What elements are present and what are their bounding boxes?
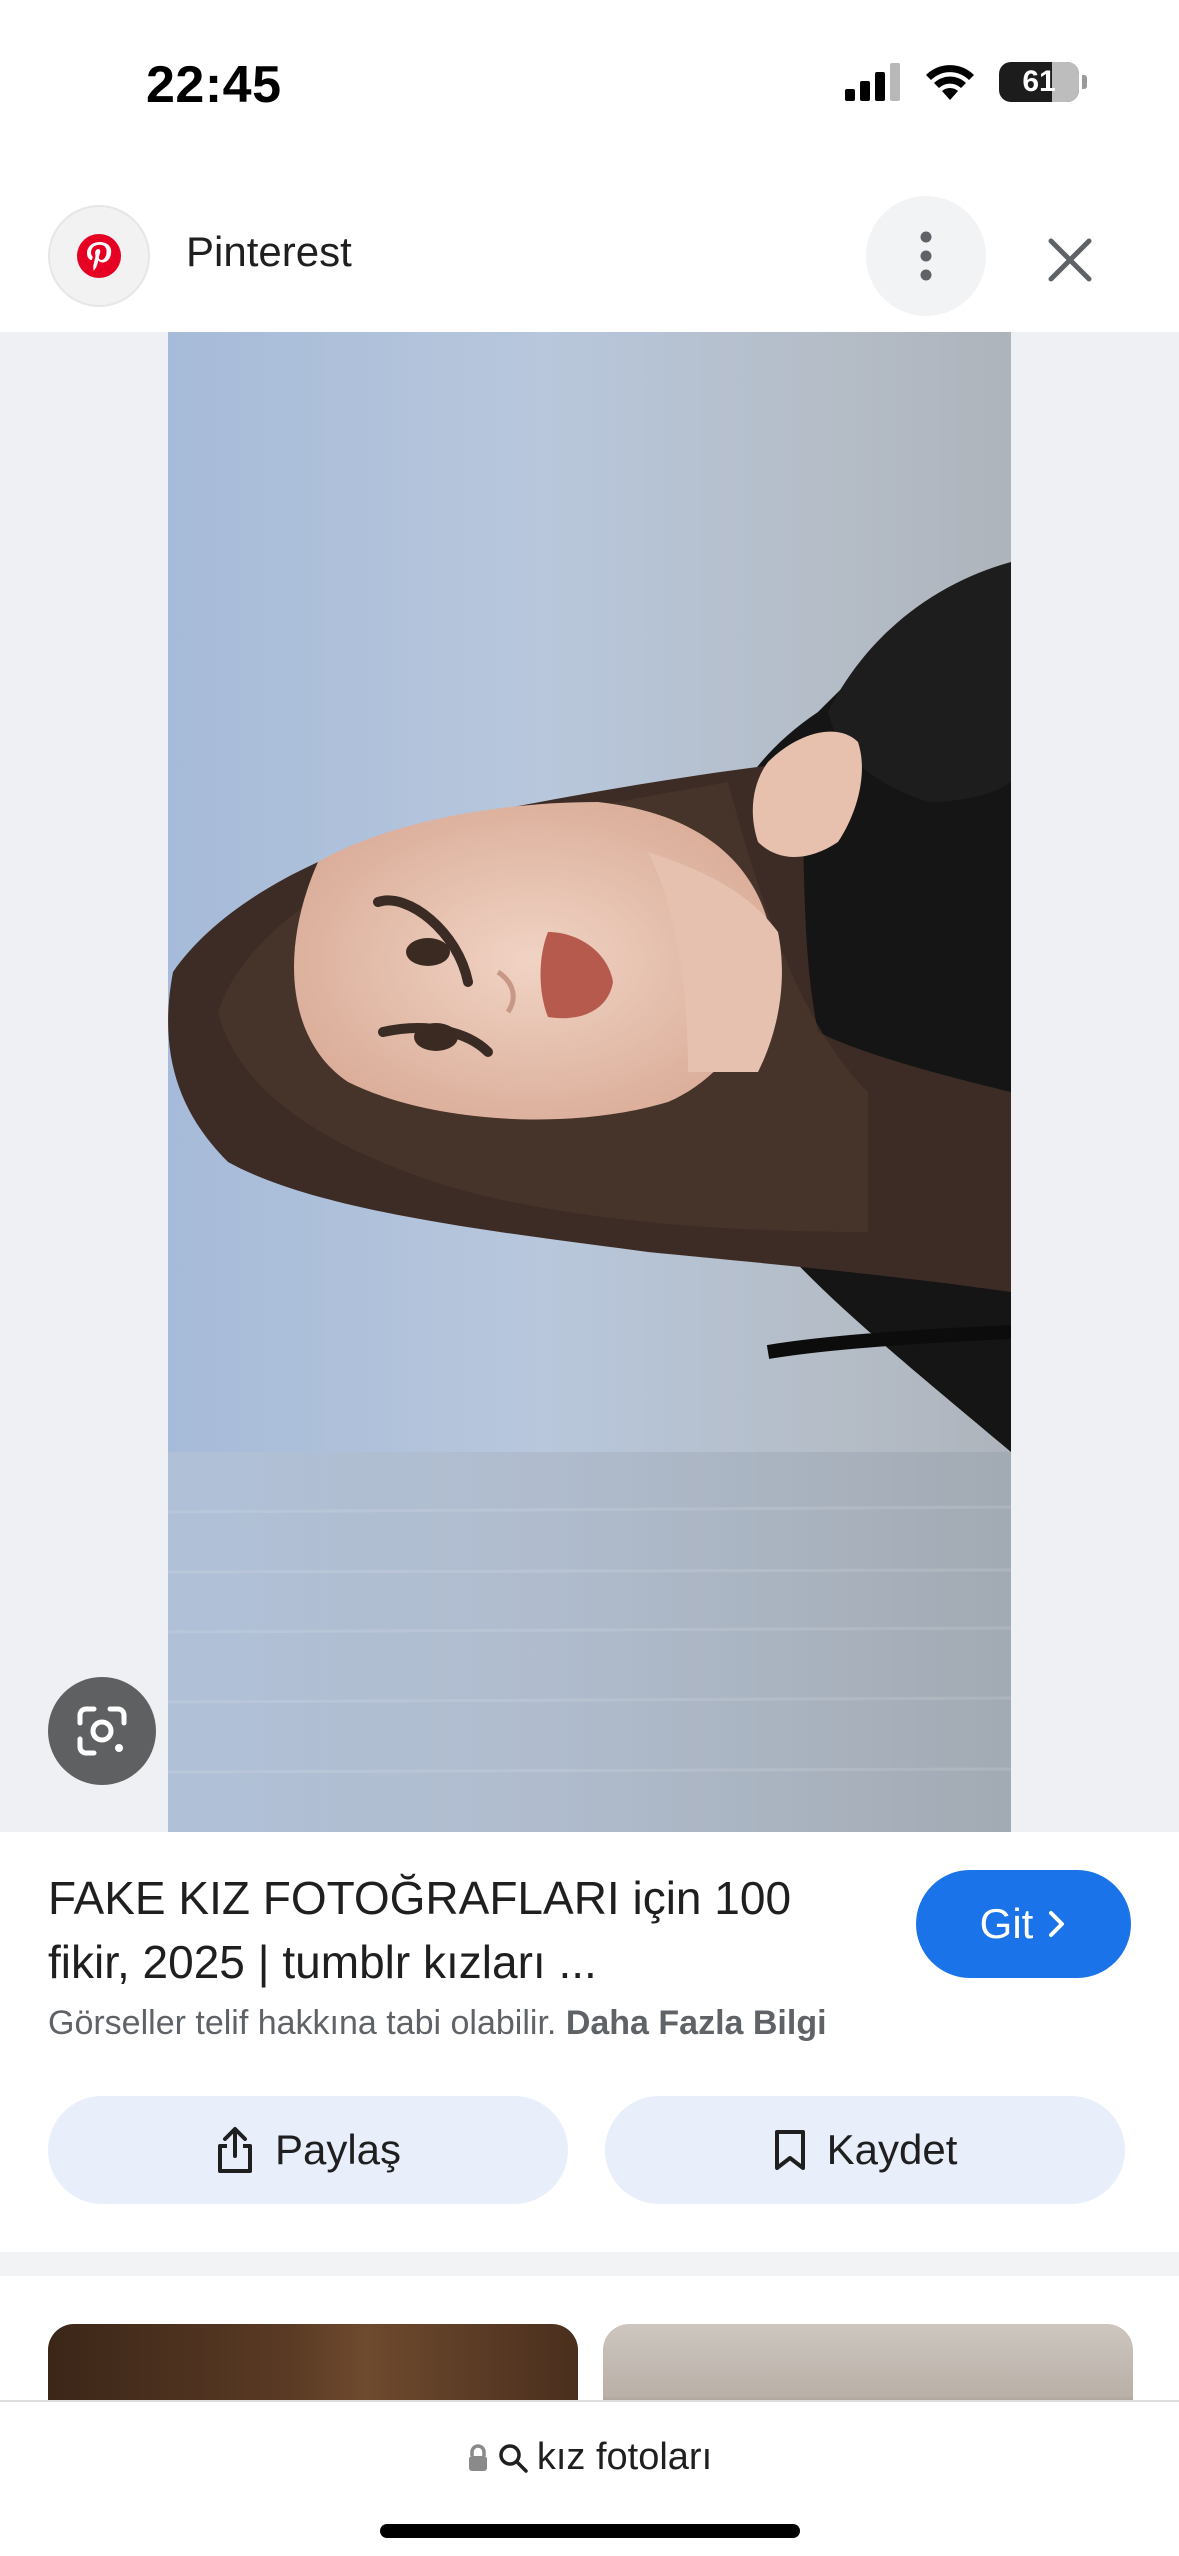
related-thumbnail[interactable] (48, 2324, 578, 2400)
save-label: Kaydet (826, 2126, 958, 2173)
related-results (0, 2276, 1179, 2400)
address-display[interactable]: kız fotoları (0, 2436, 1179, 2479)
battery-level: 61 (1022, 65, 1056, 98)
site-title[interactable]: Pinterest (186, 228, 352, 276)
status-bar: 22:45 61 (0, 0, 1179, 170)
visit-button[interactable]: Git (916, 1870, 1131, 1978)
bookmark-icon (774, 2130, 805, 2170)
more-vertical-icon (920, 231, 932, 281)
lock-icon (468, 2443, 487, 2471)
wifi-icon (926, 65, 974, 100)
search-icon (499, 2443, 528, 2473)
share-button[interactable]: Paylaş (48, 2096, 568, 2204)
result-title[interactable]: FAKE KIZ FOTOĞRAFLARI için 100 fikir, 20… (48, 1866, 878, 1994)
status-icons: 61 (845, 62, 1087, 102)
more-options-button[interactable] (866, 196, 986, 316)
signal-icon (845, 63, 900, 101)
home-indicator[interactable] (380, 2524, 800, 2538)
share-label: Paylaş (274, 2126, 402, 2173)
result-photo[interactable] (168, 332, 1011, 1832)
related-thumbnail[interactable] (603, 2324, 1133, 2400)
pinterest-logo-icon[interactable] (48, 205, 150, 307)
address-bar[interactable]: kız fotoları (0, 2400, 1179, 2556)
share-icon (217, 2127, 252, 2173)
status-time: 22:45 (146, 56, 282, 114)
site-header: Pinterest (0, 170, 1179, 332)
save-button[interactable]: Kaydet (605, 2096, 1125, 2204)
chevron-right-icon (1049, 1911, 1065, 1937)
image-viewer (0, 332, 1179, 1832)
close-icon (1048, 238, 1092, 282)
close-button[interactable] (1030, 220, 1110, 300)
google-lens-button[interactable] (48, 1677, 156, 1785)
google-lens-icon (77, 1706, 127, 1756)
more-info-link[interactable]: Daha Fazla Bilgi (566, 2004, 827, 2042)
copyright-text: Görseller telif hakkına tabi olabilir. (48, 2004, 557, 2042)
search-query: kız fotoları (536, 2436, 713, 2478)
result-info: FAKE KIZ FOTOĞRAFLARI için 100 fikir, 20… (0, 1832, 1179, 2252)
section-divider (0, 2252, 1179, 2276)
battery-indicator: 61 (999, 62, 1087, 102)
copyright-notice: Görseller telif hakkına tabi olabilir. D… (48, 2004, 827, 2043)
visit-button-label: Git (979, 1900, 1034, 1947)
